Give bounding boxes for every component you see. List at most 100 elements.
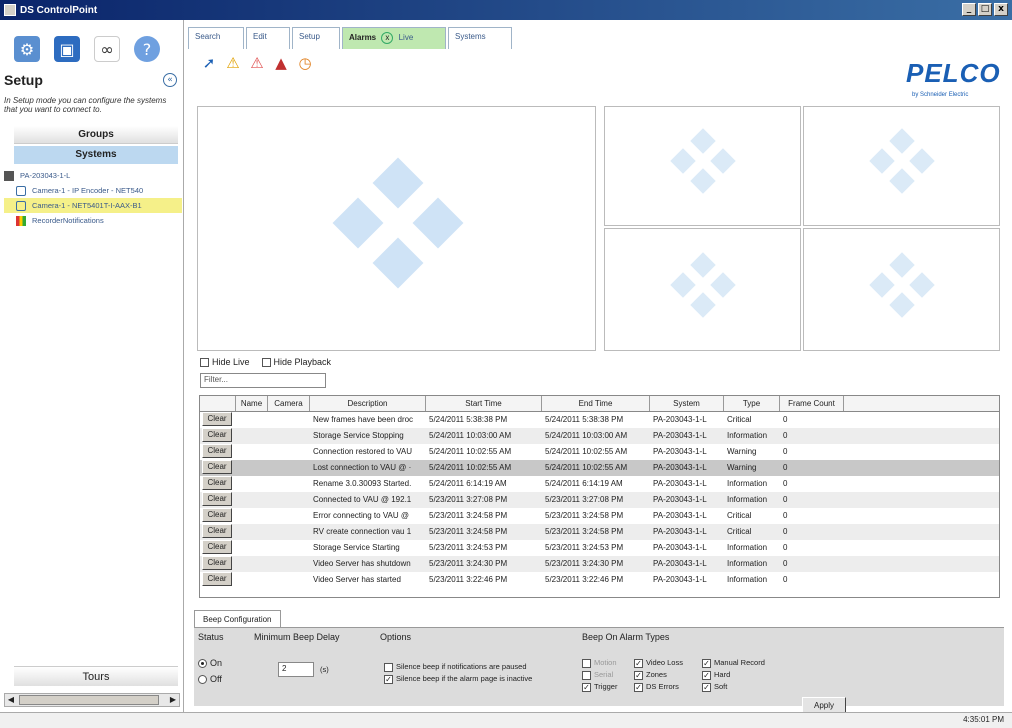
table-row[interactable]: Clear Rename 3.0.30093 Started. 5/24/2011 … xyxy=(200,476,999,492)
tab-edit[interactable]: Edit xyxy=(246,27,290,49)
close-button[interactable]: x xyxy=(994,3,1008,16)
checkbox-box[interactable]: ✓ xyxy=(702,670,711,680)
beep-type-checkbox[interactable]: Serial xyxy=(582,670,613,680)
checkbox-box[interactable] xyxy=(582,670,591,680)
table-row[interactable]: Clear Storage Service Starting 5/23/2011 3… xyxy=(200,540,999,556)
close-tab-icon[interactable]: x xyxy=(381,32,394,44)
hide-playback-checkbox[interactable]: Hide Playback xyxy=(261,357,331,368)
alarm-icon[interactable]: ⚠ xyxy=(248,54,266,72)
column-header[interactable]: Description xyxy=(310,396,426,411)
column-header[interactable]: End Time xyxy=(542,396,650,411)
tree-item-camera-2[interactable]: Camera-1 - NET5401T-I-AAX-B1 xyxy=(4,198,182,213)
table-row[interactable]: Clear Connected to VAU @ 192.1 5/23/2011 3… xyxy=(200,492,999,508)
systems-icon[interactable]: ⚙ xyxy=(14,36,40,62)
beep-type-checkbox[interactable]: ✓ Hard xyxy=(702,670,730,680)
table-row[interactable]: Clear Storage Service Stopping 5/24/2011 1… xyxy=(200,428,999,444)
video-pane-2[interactable] xyxy=(604,106,801,226)
beep-type-checkbox[interactable]: ✓ DS Errors xyxy=(634,682,679,692)
table-row[interactable]: Clear Video Server has shutdown 5/23/2011 … xyxy=(200,556,999,572)
beep-type-checkbox[interactable]: ✓ Soft xyxy=(702,682,727,692)
column-header[interactable]: System xyxy=(650,396,724,411)
checkbox-box[interactable] xyxy=(582,658,591,668)
video-pane-3[interactable] xyxy=(803,106,1000,226)
clear-button[interactable]: Clear xyxy=(202,492,232,506)
beep-delay-input[interactable]: 2 xyxy=(278,662,314,677)
tours-button[interactable]: Tours xyxy=(14,666,178,686)
scroll-left-icon[interactable]: ◀ xyxy=(5,694,17,706)
maximize-button[interactable]: □ xyxy=(978,3,992,16)
clear-button[interactable]: Clear xyxy=(202,572,232,586)
radio-dot[interactable] xyxy=(198,675,207,685)
minimize-button[interactable]: _ xyxy=(962,3,976,16)
table-row[interactable]: Clear RV create connection vau 1 5/23/2011… xyxy=(200,524,999,540)
table-row[interactable]: Clear Connection restored to VAU 5/24/2011… xyxy=(200,444,999,460)
clear-button[interactable]: Clear xyxy=(202,540,232,554)
tree-item-recorder[interactable]: RecorderNotifications xyxy=(4,213,182,228)
checkbox-box[interactable] xyxy=(384,662,393,672)
table-row[interactable]: Clear Lost connection to VAU @ · 5/24/2011… xyxy=(200,460,999,476)
status-on-radio[interactable]: On xyxy=(198,658,222,669)
systems-button[interactable]: Systems xyxy=(14,146,178,164)
tab-beep-configuration[interactable]: Beep Configuration xyxy=(194,610,281,628)
collapse-icon[interactable]: « xyxy=(163,73,177,87)
table-row[interactable]: Clear Error connecting to VAU @ 5/23/2011 … xyxy=(200,508,999,524)
column-header[interactable]: Name xyxy=(236,396,268,411)
beep-type-checkbox[interactable]: ✓ Trigger xyxy=(582,682,617,692)
tree-item-camera-1[interactable]: Camera-1 - IP Encoder - NET540 xyxy=(4,183,182,198)
checkbox-box[interactable]: ✓ xyxy=(634,682,643,692)
clear-button[interactable]: Clear xyxy=(202,524,232,538)
tree-item-server[interactable]: PA-203043-1-L xyxy=(4,168,182,183)
monitor-icon[interactable]: ▣ xyxy=(54,36,80,62)
beep-type-checkbox[interactable]: ✓ Video Loss xyxy=(634,658,683,668)
siren-icon[interactable]: ▲ xyxy=(272,54,290,72)
checkbox-box[interactable] xyxy=(261,358,271,368)
video-pane-main[interactable] xyxy=(197,106,596,351)
radio-dot[interactable] xyxy=(198,659,207,669)
scroll-thumb[interactable] xyxy=(19,695,159,705)
scroll-right-icon[interactable]: ▶ xyxy=(167,694,179,706)
mode-title: Setup xyxy=(4,72,43,88)
hide-live-checkbox[interactable]: Hide Live xyxy=(200,357,250,368)
checkbox-box[interactable]: ✓ xyxy=(634,658,643,668)
silence-paused-checkbox[interactable]: Silence beep if notifications are paused xyxy=(384,662,527,672)
video-pane-4[interactable] xyxy=(604,228,801,351)
help-icon[interactable]: ? xyxy=(134,36,160,62)
groups-button[interactable]: Groups xyxy=(14,126,178,144)
clear-button[interactable]: Clear xyxy=(202,476,232,490)
warning-icon[interactable]: ⚠ xyxy=(224,54,242,72)
beep-type-checkbox[interactable]: ✓ Manual Record xyxy=(702,658,765,668)
clear-button[interactable]: Clear xyxy=(202,508,232,522)
tab-systems[interactable]: Systems xyxy=(448,27,512,49)
column-header[interactable]: Frame Count xyxy=(780,396,844,411)
column-header[interactable]: Type xyxy=(724,396,780,411)
clear-button[interactable]: Clear xyxy=(202,556,232,570)
status-off-radio[interactable]: Off xyxy=(198,674,222,685)
tab-search[interactable]: Search xyxy=(188,27,244,49)
checkbox-box[interactable]: ✓ xyxy=(634,670,643,680)
checkbox-box[interactable] xyxy=(200,358,209,368)
tab-alarms[interactable]: Alarms x Live xyxy=(342,27,446,49)
table-row[interactable]: Clear New frames have been droc 5/24/2011 … xyxy=(200,412,999,428)
beep-type-checkbox[interactable]: Motion xyxy=(582,658,617,668)
beep-type-checkbox[interactable]: ✓ Zones xyxy=(634,670,667,680)
checkbox-box[interactable]: ✓ xyxy=(582,682,591,692)
checkbox-box[interactable]: ✓ xyxy=(702,658,711,668)
video-pane-5[interactable] xyxy=(803,228,1000,351)
filter-input[interactable]: Filter... xyxy=(200,373,326,388)
column-header[interactable]: Start Time xyxy=(426,396,542,411)
checkbox-box[interactable]: ✓ xyxy=(702,682,711,692)
table-row[interactable]: Clear Video Server has started 5/23/2011 3… xyxy=(200,572,999,588)
clear-button[interactable]: Clear xyxy=(202,412,232,426)
clear-button[interactable]: Clear xyxy=(202,460,232,474)
horizontal-scrollbar[interactable]: ◀ ▶ xyxy=(4,693,180,707)
column-header[interactable]: Camera xyxy=(268,396,310,411)
clear-button[interactable]: Clear xyxy=(202,444,232,458)
binoculars-icon[interactable]: ∞ xyxy=(94,36,120,62)
checkbox-box[interactable]: ✓ xyxy=(384,674,393,684)
clock-icon[interactable]: ◷ xyxy=(296,54,314,72)
tab-setup[interactable]: Setup xyxy=(292,27,340,49)
clear-button[interactable]: Clear xyxy=(202,428,232,442)
silence-inactive-checkbox[interactable]: ✓ Silence beep if the alarm page is inact… xyxy=(384,674,532,684)
arrow-icon[interactable]: ➚ xyxy=(200,54,218,72)
tab-live-inline[interactable]: Live xyxy=(399,33,414,42)
